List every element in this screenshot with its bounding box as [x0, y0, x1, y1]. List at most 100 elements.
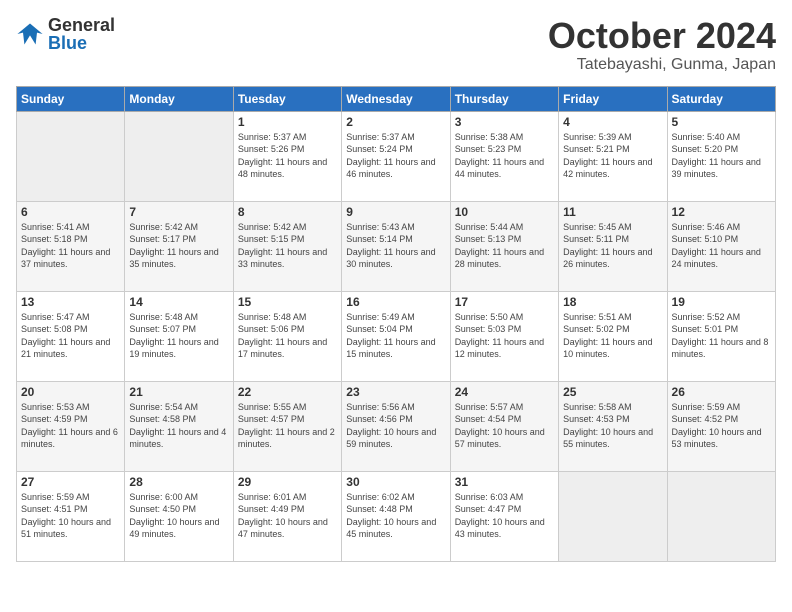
logo-text: General Blue — [48, 16, 115, 52]
day-number: 19 — [672, 295, 771, 309]
day-number: 11 — [563, 205, 662, 219]
day-number: 31 — [455, 475, 554, 489]
day-info: Sunrise: 5:58 AM Sunset: 4:53 PM Dayligh… — [563, 401, 662, 451]
calendar-cell — [559, 471, 667, 561]
location: Tatebayashi, Gunma, Japan — [548, 56, 776, 74]
day-number: 1 — [238, 115, 337, 129]
day-number: 14 — [129, 295, 228, 309]
day-number: 7 — [129, 205, 228, 219]
day-number: 17 — [455, 295, 554, 309]
day-info: Sunrise: 5:50 AM Sunset: 5:03 PM Dayligh… — [455, 311, 554, 361]
day-info: Sunrise: 6:03 AM Sunset: 4:47 PM Dayligh… — [455, 491, 554, 541]
calendar-cell: 1 Sunrise: 5:37 AM Sunset: 5:26 PM Daylig… — [233, 111, 341, 201]
logo-icon — [16, 20, 44, 48]
day-number: 15 — [238, 295, 337, 309]
header-cell-wednesday: Wednesday — [342, 86, 450, 111]
day-number: 21 — [129, 385, 228, 399]
day-number: 22 — [238, 385, 337, 399]
calendar-cell: 14Sunrise: 5:48 AM Sunset: 5:07 PM Dayli… — [125, 291, 233, 381]
day-number: 30 — [346, 475, 445, 489]
calendar-cell: 25 Sunrise: 5:58 AM Sunset: 4:53 PM Dayli… — [559, 381, 667, 471]
day-info: Sunrise: 5:41 AM Sunset: 5:18 PM Dayligh… — [21, 221, 120, 271]
calendar-cell: 9 Sunrise: 5:43 AM Sunset: 5:14 PM Daylig… — [342, 201, 450, 291]
header-cell-thursday: Thursday — [450, 86, 558, 111]
calendar-cell: 7 Sunrise: 5:42 AM Sunset: 5:17 PM Daylig… — [125, 201, 233, 291]
calendar-cell: 30Sunrise: 6:02 AM Sunset: 4:48 PM Dayli… — [342, 471, 450, 561]
day-info: Sunrise: 5:42 AM Sunset: 5:17 PM Dayligh… — [129, 221, 228, 271]
header-cell-monday: Monday — [125, 86, 233, 111]
day-info: Sunrise: 5:49 AM Sunset: 5:04 PM Dayligh… — [346, 311, 445, 361]
month-title: October 2024 — [548, 16, 776, 56]
calendar-cell: 26 Sunrise: 5:59 AM Sunset: 4:52 PM Dayli… — [667, 381, 775, 471]
calendar-cell: 28 Sunrise: 6:00 AM Sunset: 4:50 PM Dayli… — [125, 471, 233, 561]
calendar-week-1: 1 Sunrise: 5:37 AM Sunset: 5:26 PM Daylig… — [17, 111, 776, 201]
calendar-cell: 15 Sunrise: 5:48 AM Sunset: 5:06 PM Dayli… — [233, 291, 341, 381]
calendar-week-4: 20Sunrise: 5:53 AM Sunset: 4:59 PM Dayli… — [17, 381, 776, 471]
calendar-cell: 8Sunrise: 5:42 AM Sunset: 5:15 PM Daylig… — [233, 201, 341, 291]
header-row: SundayMondayTuesdayWednesdayThursdayFrid… — [17, 86, 776, 111]
title-block: October 2024 Tatebayashi, Gunma, Japan — [548, 16, 776, 74]
day-number: 28 — [129, 475, 228, 489]
calendar-cell: 27 Sunrise: 5:59 AM Sunset: 4:51 PM Dayli… — [17, 471, 125, 561]
day-number: 2 — [346, 115, 445, 129]
day-info: Sunrise: 5:37 AM Sunset: 5:24 PM Dayligh… — [346, 131, 445, 181]
day-info: Sunrise: 6:00 AM Sunset: 4:50 PM Dayligh… — [129, 491, 228, 541]
day-number: 6 — [21, 205, 120, 219]
calendar-cell: 10 Sunrise: 5:44 AM Sunset: 5:13 PM Dayli… — [450, 201, 558, 291]
calendar-cell: 19 Sunrise: 5:52 AM Sunset: 5:01 PM Dayli… — [667, 291, 775, 381]
day-number: 26 — [672, 385, 771, 399]
day-number: 5 — [672, 115, 771, 129]
day-info: Sunrise: 5:38 AM Sunset: 5:23 PM Dayligh… — [455, 131, 554, 181]
calendar-cell: 31 Sunrise: 6:03 AM Sunset: 4:47 PM Dayli… — [450, 471, 558, 561]
day-info: Sunrise: 5:39 AM Sunset: 5:21 PM Dayligh… — [563, 131, 662, 181]
day-number: 23 — [346, 385, 445, 399]
calendar-cell: 2 Sunrise: 5:37 AM Sunset: 5:24 PM Daylig… — [342, 111, 450, 201]
calendar-cell — [17, 111, 125, 201]
day-number: 9 — [346, 205, 445, 219]
day-number: 8 — [238, 205, 337, 219]
day-info: Sunrise: 5:54 AM Sunset: 4:58 PM Dayligh… — [129, 401, 228, 451]
calendar-week-2: 6 Sunrise: 5:41 AM Sunset: 5:18 PM Daylig… — [17, 201, 776, 291]
calendar-cell: 29 Sunrise: 6:01 AM Sunset: 4:49 PM Dayli… — [233, 471, 341, 561]
day-info: Sunrise: 5:48 AM Sunset: 5:06 PM Dayligh… — [238, 311, 337, 361]
header-cell-friday: Friday — [559, 86, 667, 111]
day-info: Sunrise: 6:01 AM Sunset: 4:49 PM Dayligh… — [238, 491, 337, 541]
day-info: Sunrise: 5:51 AM Sunset: 5:02 PM Dayligh… — [563, 311, 662, 361]
calendar-cell: 23 Sunrise: 5:56 AM Sunset: 4:56 PM Dayli… — [342, 381, 450, 471]
header-cell-sunday: Sunday — [17, 86, 125, 111]
calendar-cell: 21 Sunrise: 5:54 AM Sunset: 4:58 PM Dayli… — [125, 381, 233, 471]
calendar-cell: 6 Sunrise: 5:41 AM Sunset: 5:18 PM Daylig… — [17, 201, 125, 291]
day-number: 18 — [563, 295, 662, 309]
day-info: Sunrise: 5:52 AM Sunset: 5:01 PM Dayligh… — [672, 311, 771, 361]
calendar-cell: 20Sunrise: 5:53 AM Sunset: 4:59 PM Dayli… — [17, 381, 125, 471]
calendar-cell: 12Sunrise: 5:46 AM Sunset: 5:10 PM Dayli… — [667, 201, 775, 291]
day-number: 29 — [238, 475, 337, 489]
day-info: Sunrise: 5:37 AM Sunset: 5:26 PM Dayligh… — [238, 131, 337, 181]
day-info: Sunrise: 5:56 AM Sunset: 4:56 PM Dayligh… — [346, 401, 445, 451]
day-number: 25 — [563, 385, 662, 399]
day-info: Sunrise: 5:55 AM Sunset: 4:57 PM Dayligh… — [238, 401, 337, 451]
calendar-cell: 18 Sunrise: 5:51 AM Sunset: 5:02 PM Dayli… — [559, 291, 667, 381]
calendar-cell — [667, 471, 775, 561]
logo-blue: Blue — [48, 34, 115, 52]
calendar-week-3: 13Sunrise: 5:47 AM Sunset: 5:08 PM Dayli… — [17, 291, 776, 381]
page-header: General Blue October 2024 Tatebayashi, G… — [16, 16, 776, 74]
day-info: Sunrise: 5:47 AM Sunset: 5:08 PM Dayligh… — [21, 311, 120, 361]
day-info: Sunrise: 5:53 AM Sunset: 4:59 PM Dayligh… — [21, 401, 120, 451]
calendar-cell: 22 Sunrise: 5:55 AM Sunset: 4:57 PM Dayli… — [233, 381, 341, 471]
calendar-cell: 3Sunrise: 5:38 AM Sunset: 5:23 PM Daylig… — [450, 111, 558, 201]
calendar-cell — [125, 111, 233, 201]
logo-general: General — [48, 16, 115, 34]
calendar-cell: 4Sunrise: 5:39 AM Sunset: 5:21 PM Daylig… — [559, 111, 667, 201]
day-number: 10 — [455, 205, 554, 219]
day-number: 27 — [21, 475, 120, 489]
calendar-table: SundayMondayTuesdayWednesdayThursdayFrid… — [16, 86, 776, 562]
calendar-week-5: 27 Sunrise: 5:59 AM Sunset: 4:51 PM Dayli… — [17, 471, 776, 561]
header-cell-saturday: Saturday — [667, 86, 775, 111]
day-info: Sunrise: 5:44 AM Sunset: 5:13 PM Dayligh… — [455, 221, 554, 271]
day-info: Sunrise: 5:59 AM Sunset: 4:51 PM Dayligh… — [21, 491, 120, 541]
day-info: Sunrise: 5:59 AM Sunset: 4:52 PM Dayligh… — [672, 401, 771, 451]
header-cell-tuesday: Tuesday — [233, 86, 341, 111]
day-info: Sunrise: 5:45 AM Sunset: 5:11 PM Dayligh… — [563, 221, 662, 271]
day-info: Sunrise: 5:43 AM Sunset: 5:14 PM Dayligh… — [346, 221, 445, 271]
